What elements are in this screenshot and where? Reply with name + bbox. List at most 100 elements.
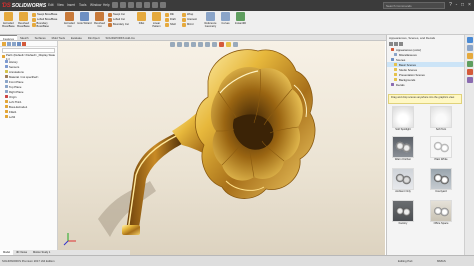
close-button[interactable]: × (466, 2, 473, 9)
scene-thumb-courtyard[interactable]: Courtyard (430, 168, 456, 193)
display-manager-tab-icon[interactable] (22, 42, 26, 46)
plane-icon (5, 90, 8, 93)
zoom-to-fit-icon[interactable] (170, 42, 175, 47)
tab-mold-tools[interactable]: Mold Tools (49, 35, 68, 40)
open-icon[interactable] (120, 2, 126, 8)
task-pane-title: Appearances, Scenes, and Decals (389, 36, 436, 40)
print-icon[interactable] (136, 2, 142, 8)
search-commands-input[interactable]: Search Commands (383, 2, 445, 9)
revolved-boss-button[interactable]: Revolved Boss/Base (16, 12, 31, 28)
custom-properties-tab-icon[interactable] (466, 77, 473, 83)
extruded-boss-button[interactable]: Extruded Boss/Base (1, 12, 16, 28)
design-library-tab-icon[interactable] (466, 45, 473, 51)
forward-icon[interactable] (394, 42, 398, 46)
scene-thumb-soft-tent[interactable]: Soft Tent (430, 106, 456, 131)
swept-cut-icon (108, 12, 112, 17)
app-logo[interactable]: ƊS SOLIDWORKS (2, 2, 46, 9)
menu-tools[interactable]: Tools (79, 3, 86, 7)
undo-icon[interactable] (144, 2, 150, 8)
curves-button[interactable]: Curves (218, 12, 233, 25)
tree-item-loft2[interactable]: Loft2 (0, 114, 57, 119)
options-icon[interactable] (160, 2, 166, 8)
draft-icon (165, 17, 169, 22)
view-orientation-icon[interactable] (198, 42, 203, 47)
revolved-cut-button[interactable]: Revolved Cut (92, 12, 107, 28)
boundary-boss-button[interactable]: Boundary Boss/Base (32, 22, 58, 28)
maximize-button[interactable]: □ (459, 2, 466, 9)
quick-access-toolbar (112, 2, 166, 8)
apply-scene-icon[interactable] (226, 42, 231, 47)
extrude-cut-icon (65, 12, 74, 21)
menu-insert[interactable]: Insert (67, 3, 75, 7)
appearances-tab-icon[interactable] (466, 69, 473, 75)
zoom-to-area-icon[interactable] (177, 42, 182, 47)
scene-thumb-soft-spotlight[interactable]: Soft Spotlight (392, 106, 418, 131)
scene-thumb-warm-kitchen[interactable]: Warm Kitchen (392, 136, 418, 161)
solidworks-resources-tab-icon[interactable] (466, 37, 473, 43)
mirror-icon (182, 22, 186, 27)
menu-window[interactable]: Window (90, 3, 101, 7)
dimxpert-tab-icon[interactable] (17, 42, 21, 46)
reference-geometry-icon (206, 12, 215, 21)
folder-icon (394, 73, 397, 76)
featuremanager-tab-icon[interactable] (2, 42, 6, 46)
menu-file[interactable]: File (38, 3, 43, 7)
scene-thumb-office-space[interactable]: Office Space (430, 200, 456, 225)
previous-view-icon[interactable] (184, 42, 189, 47)
save-icon[interactable] (128, 2, 134, 8)
reference-geometry-button[interactable]: Reference Geometry (203, 12, 218, 28)
horn-model[interactable] (58, 41, 385, 255)
new-document-icon[interactable] (112, 2, 118, 8)
fillet-button[interactable]: Fillet (134, 12, 149, 25)
back-icon[interactable] (389, 42, 393, 46)
shell-button[interactable]: Shell (165, 22, 181, 27)
instant3d-button[interactable]: Instant3D (233, 12, 248, 25)
rebuild-icon[interactable] (152, 2, 158, 8)
extruded-cut-button[interactable]: Extruded Cut (62, 12, 77, 28)
linear-pattern-button[interactable]: Linear Pattern (149, 12, 164, 28)
view-settings-icon[interactable] (233, 42, 238, 47)
tab-dimxpert[interactable]: DimXpert (85, 35, 103, 40)
edit-appearance-icon[interactable] (219, 42, 224, 47)
scene-thumb-ambient-only[interactable]: Ambient Only (392, 168, 418, 193)
origin-icon (5, 95, 8, 98)
heads-up-view-toolbar (170, 42, 238, 47)
hide-show-items-icon[interactable] (212, 42, 217, 47)
tab-add-ins[interactable]: SOLIDWORKS Add-Ins (103, 35, 138, 40)
tab-features[interactable]: Features (0, 35, 18, 41)
file-explorer-tab-icon[interactable] (466, 53, 473, 59)
boss-small-tools: Swept Boss/Base Lofted Boss/Base Boundar… (32, 12, 58, 28)
revolve-boss-icon (19, 12, 28, 21)
scene-preview-icon (430, 136, 452, 158)
hole-wizard-button[interactable]: Hole Wizard (77, 12, 92, 25)
graphics-area[interactable] (58, 41, 385, 255)
section-view-icon[interactable] (191, 42, 196, 47)
tree-decals[interactable]: Decals (387, 82, 474, 87)
scene-preview-icon (430, 106, 452, 128)
tab-evaluate[interactable]: Evaluate (68, 35, 85, 40)
scene-thumb-factory[interactable]: Factory (392, 200, 418, 225)
menu-help[interactable]: Help (103, 3, 110, 7)
loft-icon (5, 115, 8, 118)
plane-icon (5, 80, 8, 83)
scene-thumb-plain-white[interactable]: Plain White (430, 136, 456, 161)
wrap-icon (182, 12, 186, 17)
view-palette-tab-icon[interactable] (466, 61, 473, 67)
menu-edit[interactable]: Edit (48, 3, 54, 7)
status-units[interactable]: MMGS (437, 259, 446, 263)
tab-sketch[interactable]: Sketch (17, 35, 32, 40)
configurationmanager-tab-icon[interactable] (12, 42, 16, 46)
boundary-cut-button[interactable]: Boundary Cut (108, 22, 132, 27)
tree-item-part[interactable]: Part1 (Default<<Default>_Display State 1… (0, 53, 57, 61)
mirror-button[interactable]: Mirror (182, 22, 202, 27)
menu-view[interactable]: View (57, 3, 64, 7)
display-style-icon[interactable] (205, 42, 210, 47)
ds-logo-icon: ƊS (2, 2, 11, 9)
search-placeholder: Search Commands (386, 4, 412, 8)
lofted-cut-icon (108, 17, 112, 22)
propertymanager-tab-icon[interactable] (7, 42, 11, 46)
scene-gallery: Soft Spotlight Soft Tent Warm Kitchen Pl… (388, 106, 464, 248)
scene-preview-icon (392, 168, 414, 190)
home-icon[interactable] (399, 42, 403, 46)
tab-surfaces[interactable]: Surfaces (32, 35, 49, 40)
